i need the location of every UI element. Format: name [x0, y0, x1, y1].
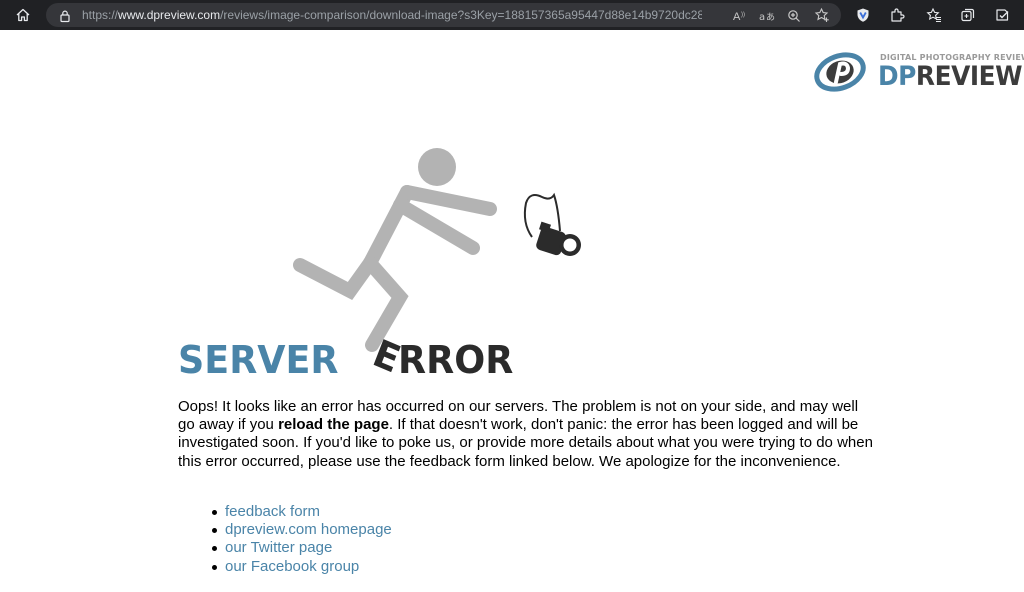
error-message: Oops! It looks like an error has occurre… [178, 398, 878, 471]
dpreview-logo[interactable]: DIGITAL PHOTOGRAPHY REVIEW DPREVIEW [814, 50, 1024, 94]
read-aloud-icon[interactable]: A)) [732, 8, 748, 27]
zoom-icon[interactable] [787, 8, 801, 27]
logo-wordmark-dp: DP [878, 61, 916, 92]
stick-figure [293, 148, 497, 352]
list-item: our Twitter page [210, 539, 392, 557]
extensions-icon[interactable] [886, 5, 908, 25]
heading-word-error: ERROR [368, 331, 514, 382]
heading-error-rest: RROR [398, 338, 514, 382]
home-icon[interactable] [12, 5, 34, 25]
logo-wordmark: DPREVIEW [878, 61, 1023, 92]
url-prefix: https:// [82, 8, 119, 22]
svg-text:A: A [733, 11, 741, 23]
homepage-link[interactable]: dpreview.com homepage [225, 521, 392, 538]
collections-icon[interactable] [957, 5, 979, 25]
twitter-link[interactable]: our Twitter page [225, 539, 332, 556]
url-host: www.dpreview.com [118, 8, 221, 22]
svg-text:a: a [759, 12, 765, 23]
error-message-reload: reload the page [278, 416, 389, 434]
logo-wordmark-review: REVIEW [915, 61, 1023, 92]
server-error-heading: SERVER ERROR [178, 331, 514, 384]
favorite-add-icon[interactable] [814, 7, 830, 27]
lock-icon[interactable] [58, 8, 72, 27]
address-bar[interactable]: https://www.dpreview.com/reviews/image-c… [46, 3, 841, 27]
favorites-icon[interactable] [923, 5, 945, 25]
translate-icon[interactable]: aあ [759, 8, 775, 27]
svg-text:あ: あ [766, 12, 775, 23]
heading-word-server: SERVER [178, 338, 339, 382]
help-links-list: feedback form dpreview.com homepage our … [210, 503, 392, 576]
url-path: /reviews/image-comparison/download-image… [220, 8, 702, 22]
dpreview-logo-mark [814, 52, 866, 92]
falling-person-illustration [293, 148, 581, 352]
list-item: dpreview.com homepage [210, 521, 392, 539]
shield-extension-icon[interactable] [852, 5, 874, 25]
list-item: our Facebook group [210, 558, 392, 576]
svg-text:)): )) [741, 12, 745, 18]
browser-essentials-icon[interactable] [991, 5, 1013, 25]
list-item: feedback form [210, 503, 392, 521]
url-text[interactable]: https://www.dpreview.com/reviews/image-c… [82, 3, 702, 27]
browser-toolbar: https://www.dpreview.com/reviews/image-c… [0, 0, 1024, 30]
camera-icon [523, 192, 581, 256]
feedback-form-link[interactable]: feedback form [225, 503, 320, 520]
facebook-link[interactable]: our Facebook group [225, 558, 359, 575]
